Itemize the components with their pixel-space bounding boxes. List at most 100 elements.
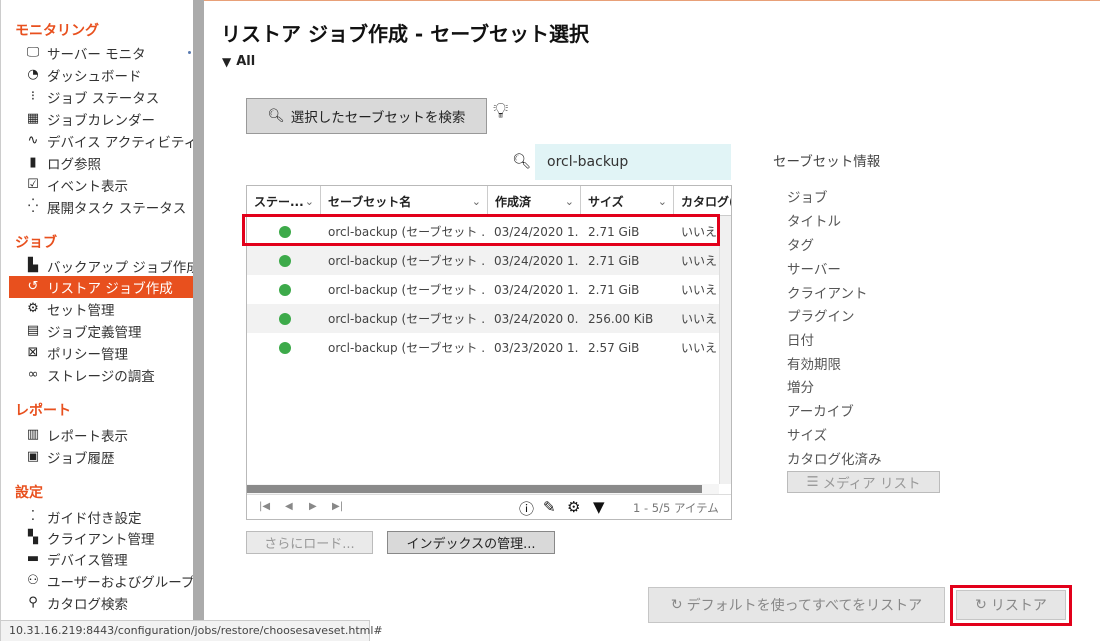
info-label-tag: タグ	[787, 238, 814, 254]
sidebar-item-log-view[interactable]: ▮ ログ参照	[9, 152, 193, 174]
sidebar-item-guided-setup[interactable]: ⁚ ガイド付き設定	[9, 506, 193, 528]
info-label-plugin: プラグイン	[787, 309, 855, 325]
restore-button-highlight	[950, 585, 1072, 626]
first-page-icon[interactable]: |◀	[259, 501, 270, 512]
status-dot-green	[279, 283, 291, 296]
sidebar-item-storage-survey[interactable]: ∞ ストレージの調査	[9, 364, 193, 386]
info-label-job: ジョブ	[787, 190, 828, 206]
grid-horizontal-scrollbar[interactable]	[247, 484, 719, 494]
selected-row-highlight	[242, 214, 720, 246]
binoculars-icon: ∞	[27, 367, 39, 382]
sidebar-item-job-status[interactable]: ⁝ ジョブ ステータス	[9, 86, 193, 108]
calendar-icon: ▦	[26, 111, 40, 126]
prev-page-icon[interactable]: ◀	[285, 501, 293, 512]
sidebar-item-set-management[interactable]: ⚙ セット管理	[9, 298, 193, 320]
info-label-archive: アーカイブ	[787, 404, 854, 420]
column-header-saveset-name[interactable]: セーブセット名 ⌄	[321, 186, 488, 216]
table-row[interactable]: orcl-backup (セーブセット ... 03/24/2020 1... …	[247, 246, 719, 275]
search-icon: 🔍︎	[267, 108, 285, 124]
cell-size: 2.71 GiB	[588, 253, 640, 268]
media-list-button[interactable]: ☰ メディア リスト	[787, 471, 940, 493]
sidebar-item-create-backup-job[interactable]: ▙ バックアップ ジョブ作成	[9, 255, 193, 277]
scroll-thumb[interactable]	[247, 485, 702, 493]
cell-saveset-name: orcl-backup (セーブセット ...	[328, 254, 485, 268]
sidebar-item-deploy-status[interactable]: ⁛ 展開タスク ステータス	[9, 196, 193, 218]
cell-catalog: いいえ	[681, 254, 718, 268]
cell-size: 2.57 GiB	[588, 340, 640, 355]
load-more-button[interactable]: さらにロード...	[246, 531, 373, 554]
sidebar-item-device-activity[interactable]: ∿ デバイス アクティビティ	[9, 130, 193, 152]
sidebar-item-users-groups[interactable]: ⚇ ユーザーおよびグループ	[9, 570, 193, 592]
client-icon: ▚	[28, 530, 38, 545]
manage-index-button[interactable]: インデックスの管理...	[387, 531, 555, 554]
app-window: モニタリング 🖵 サーバー モニタ ◔ ダッシュボード ⁝ ジョブ ステータス ▦ ジョ…	[0, 0, 1100, 641]
search-selected-saveset-button[interactable]: 🔍︎ 選択したセーブセットを検索	[246, 98, 487, 134]
status-dot-green	[279, 312, 291, 325]
refresh-icon: ↻	[670, 597, 683, 613]
sidebar-item-job-history[interactable]: ▣ ジョブ履歴	[9, 446, 193, 468]
sidebar-item-create-restore-job[interactable]: ↺ リストア ジョブ作成	[9, 276, 193, 298]
backup-icon: ▙	[28, 258, 38, 273]
filter-icon: ▼	[222, 54, 232, 69]
filter-icon[interactable]: ▼	[593, 498, 605, 516]
sidebar-item-job-calendar[interactable]: ▦ ジョブカレンダー	[9, 108, 193, 130]
status-indicator	[279, 333, 291, 362]
catalog-search-icon: ⚲	[28, 595, 38, 610]
sidebar-item-policy-management[interactable]: ⊠ ポリシー管理	[9, 342, 193, 364]
sidebar-item-report-view[interactable]: ▥ レポート表示	[9, 424, 193, 446]
sidebar-item-client-management[interactable]: ▚ クライアント管理	[9, 527, 193, 549]
page-title: リストア ジョブ作成 - セーブセット選択	[221, 22, 589, 46]
table-row[interactable]: orcl-backup (セーブセット ... 03/24/2020 0... …	[247, 304, 719, 333]
cell-catalog: いいえ	[681, 312, 718, 326]
device-icon: ▬	[26, 551, 40, 566]
info-label-client: クライアント	[787, 286, 868, 302]
cell-created: 03/24/2020 1...	[494, 282, 579, 297]
sidebar-item-event-view[interactable]: ☑ イベント表示	[9, 174, 193, 196]
grid-pager: |◀ ◀ ▶ ▶| ⓘ ✎ ⚙ ▼ 1 - 5/5 アイテム	[247, 494, 731, 519]
chevron-down-icon: ⌄	[471, 194, 481, 208]
activity-icon: ∿	[27, 133, 39, 148]
sidebar-item-catalog-search[interactable]: ⚲ カタログ検索	[9, 592, 193, 614]
sidebar-item-job-definitions[interactable]: ▤ ジョブ定義管理	[9, 320, 193, 342]
table-row[interactable]: orcl-backup (セーブセット ... 03/24/2020 1... …	[247, 275, 719, 304]
column-header-status[interactable]: ステー... ⌄	[247, 186, 321, 216]
cell-created: 03/23/2020 1...	[494, 340, 579, 355]
book-icon: ▮	[29, 155, 37, 170]
info-label-cataloged: カタログ化済み	[787, 452, 882, 468]
history-icon: ▣	[26, 449, 40, 464]
restore-all-default-button[interactable]: ↻ デフォルトを使ってすべてをリストア	[648, 587, 945, 623]
cell-saveset-name: orcl-backup (セーブセット ...	[328, 341, 485, 355]
edit-icon[interactable]: ✎	[543, 498, 556, 516]
last-page-icon[interactable]: ▶|	[332, 501, 343, 512]
sidebar-item-device-management[interactable]: ▬ デバイス管理	[9, 548, 193, 570]
section-title-reports: レポート	[15, 403, 71, 419]
document-icon: ▤	[26, 323, 40, 338]
chevron-down-icon: ⌄	[564, 194, 574, 208]
lightbulb-icon[interactable]: 💡︎	[493, 99, 508, 124]
status-indicator	[279, 275, 291, 304]
filter-toggle[interactable]: ▼ All	[222, 54, 255, 69]
report-icon: ▥	[26, 427, 40, 442]
settings-icon[interactable]: ⚙	[567, 498, 580, 516]
column-header-created[interactable]: 作成済 ⌄	[488, 186, 581, 216]
info-icon[interactable]: ⓘ	[519, 498, 534, 519]
policy-icon: ⊠	[27, 345, 39, 360]
saveset-search-input[interactable]	[535, 144, 731, 180]
info-label-incremental: 増分	[787, 380, 814, 396]
sidebar-scrollbar[interactable]	[193, 0, 204, 641]
column-header-catalog[interactable]: カタログ(	[674, 186, 731, 216]
sidebar-item-server-monitor[interactable]: 🖵 サーバー モニタ	[9, 42, 193, 64]
search-saveset-label: 選択したセーブセットを検索	[290, 110, 466, 126]
table-row[interactable]: orcl-backup (セーブセット ... 03/23/2020 1... …	[247, 333, 719, 362]
saveset-info-title: セーブセット情報	[773, 154, 881, 170]
cell-created: 03/24/2020 1...	[494, 253, 579, 268]
grid-vertical-scrollbar[interactable]	[719, 216, 731, 484]
section-title-monitoring: モニタリング	[15, 23, 99, 39]
cell-size: 256.00 KiB	[588, 311, 654, 326]
info-label-server: サーバー	[787, 262, 841, 278]
next-page-icon[interactable]: ▶	[309, 501, 317, 512]
column-header-size[interactable]: サイズ ⌄	[581, 186, 674, 216]
checkbox-calendar-icon: ☑	[27, 177, 39, 192]
info-label-expiry: 有効期限	[787, 357, 841, 373]
sidebar-item-dashboard[interactable]: ◔ ダッシュボード	[9, 64, 193, 86]
